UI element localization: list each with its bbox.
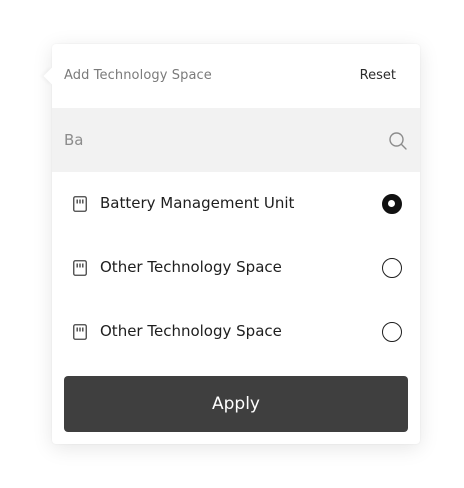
popover-header: Add Technology Space Reset <box>52 44 420 108</box>
option-row-other-technology-space[interactable]: Other Technology Space <box>52 236 420 300</box>
option-label: Other Technology Space <box>100 258 282 276</box>
search-icon[interactable] <box>388 131 408 151</box>
radio-button[interactable] <box>382 258 402 278</box>
device-icon <box>73 260 87 276</box>
search-bar <box>52 108 420 172</box>
device-icon <box>73 196 87 212</box>
search-input[interactable] <box>64 108 364 172</box>
apply-button[interactable]: Apply <box>64 376 408 432</box>
option-row-battery-management-unit[interactable]: Battery Management Unit <box>52 172 420 236</box>
add-technology-space-popover: Add Technology Space Reset Battery Manag… <box>43 44 420 444</box>
option-row-other-technology-space-2[interactable]: Other Technology Space <box>52 300 420 364</box>
reset-button[interactable]: Reset <box>360 68 396 83</box>
radio-button[interactable] <box>382 322 402 342</box>
radio-button-selected[interactable] <box>382 194 402 214</box>
popover-title: Add Technology Space <box>64 68 212 83</box>
option-label: Battery Management Unit <box>100 194 295 212</box>
page: Add Technology Space Reset Battery Manag… <box>0 0 464 488</box>
option-label: Other Technology Space <box>100 322 282 340</box>
device-icon <box>73 324 87 340</box>
